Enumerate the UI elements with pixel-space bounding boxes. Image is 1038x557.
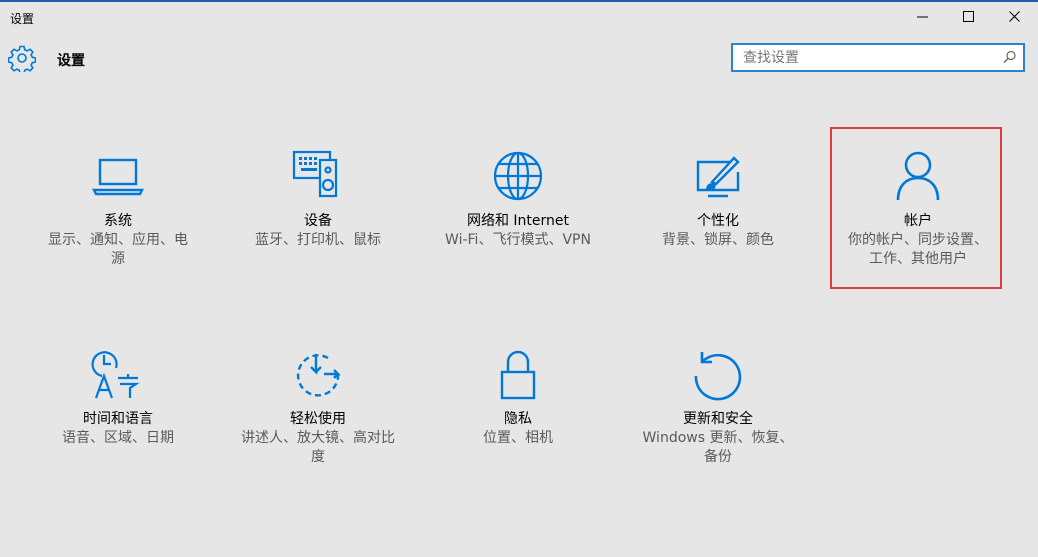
tile-description: 语音、区域、日期 [62, 430, 174, 446]
tile-description: 显示、通知、应用、电源 [48, 232, 188, 267]
refresh-icon [694, 352, 742, 401]
tile-label: 时间和语言 [83, 411, 153, 427]
time-language-icon [91, 351, 140, 399]
maximize-icon [963, 11, 974, 22]
tile-description: 讲述人、放大镜、高对比度 [241, 430, 395, 465]
page-title: 设置 [57, 53, 85, 69]
tile-label: 系统 [104, 213, 132, 229]
tile-privacy[interactable]: 隐私 位置、相机 [428, 348, 608, 448]
tile-label: 轻松使用 [290, 411, 346, 427]
devices-icon [292, 150, 338, 198]
minimize-button[interactable] [900, 2, 946, 32]
laptop-icon [92, 158, 144, 196]
tile-system[interactable]: 系统 显示、通知、应用、电源 [28, 150, 208, 269]
tile-devices[interactable]: 设备 蓝牙、打印机、鼠标 [228, 150, 408, 250]
tile-label: 隐私 [504, 411, 532, 427]
tile-time-language[interactable]: 时间和语言 语音、区域、日期 [28, 348, 208, 448]
maximize-button[interactable] [946, 2, 992, 32]
tile-update-security[interactable]: 更新和安全 Windows 更新、恢复、备份 [628, 348, 808, 467]
close-icon [1009, 11, 1020, 22]
tile-description: 位置、相机 [483, 430, 553, 446]
settings-header: 设置 [0, 40, 1038, 80]
tile-label: 网络和 Internet [466, 213, 570, 229]
tile-label: 更新和安全 [683, 411, 753, 427]
minimize-icon [917, 16, 928, 18]
search-icon[interactable] [1003, 50, 1017, 64]
tile-personalization[interactable]: 个性化 背景、锁屏、颜色 [628, 150, 808, 250]
tile-description: 蓝牙、打印机、鼠标 [255, 232, 381, 248]
tile-description: Windows 更新、恢复、备份 [642, 430, 794, 465]
search-input[interactable] [733, 45, 1013, 70]
globe-icon [493, 151, 543, 201]
lock-icon [500, 350, 536, 400]
tile-description: 背景、锁屏、颜色 [662, 232, 774, 248]
gear-icon[interactable] [8, 44, 36, 72]
window-title: 设置 [10, 12, 35, 26]
paint-brush-icon [696, 156, 740, 198]
tile-label: 个性化 [697, 213, 739, 229]
search-box[interactable] [731, 43, 1025, 72]
ease-of-access-icon [296, 354, 341, 397]
selection-highlight [830, 127, 1002, 289]
tile-label: 设备 [304, 213, 332, 229]
title-bar[interactable]: 设置 [0, 2, 1038, 32]
tile-ease-of-access[interactable]: 轻松使用 讲述人、放大镜、高对比度 [228, 348, 408, 467]
tile-network[interactable]: 网络和 Internet Wi-Fi、飞行模式、VPN [428, 150, 608, 250]
tile-description: Wi-Fi、飞行模式、VPN [445, 232, 591, 248]
close-button[interactable] [992, 2, 1038, 32]
